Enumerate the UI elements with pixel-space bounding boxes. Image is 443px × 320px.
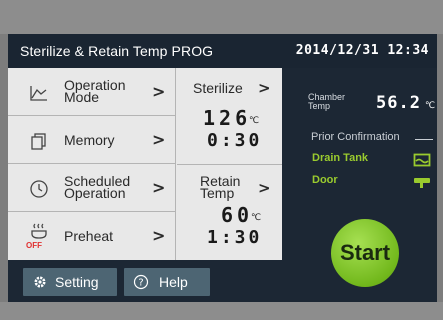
clock-icon: [28, 178, 50, 200]
program-column: Sterilize > 126 ℃ 0:30 Retain Temp > 60 …: [177, 68, 282, 260]
help-label: Help: [159, 274, 188, 290]
menu-column: Operation Mode > Memory > Scheduled Oper…: [8, 68, 176, 260]
chevron-right-icon: >: [152, 226, 166, 245]
retain-time: 1:30: [207, 227, 263, 248]
bezel-bottom: [0, 302, 443, 320]
menu-label: Memory: [64, 132, 115, 148]
svg-text:?: ?: [138, 278, 143, 289]
chevron-right-icon: >: [152, 178, 166, 197]
preheat-off-label: OFF: [26, 241, 42, 250]
bezel-top: [0, 0, 443, 34]
memory-cards-icon: [28, 130, 50, 152]
setting-label: Setting: [55, 274, 99, 290]
drain-tank-label: Drain Tank: [312, 152, 369, 164]
chamber-temp-label-line2: Temp: [308, 101, 331, 111]
chamber-temp-value: 56.2: [376, 93, 421, 113]
setting-button[interactable]: Setting: [23, 268, 117, 296]
menu-label-line2: Operation: [64, 185, 126, 201]
program-title: Sterilize & Retain Temp PROG: [20, 43, 214, 59]
header-bar: Sterilize & Retain Temp PROG 2014/12/31 …: [8, 34, 437, 68]
sterilize-time: 0:30: [207, 130, 263, 151]
start-button[interactable]: Start: [331, 219, 399, 287]
help-button[interactable]: ? Help: [124, 268, 210, 296]
retain-temp: 60: [221, 203, 254, 227]
menu-item-memory[interactable]: Memory >: [8, 116, 176, 164]
menu-item-operation-mode[interactable]: Operation Mode >: [8, 68, 176, 116]
sterilize-temp: 126: [203, 106, 252, 130]
door-label: Door: [312, 174, 338, 186]
retain-label-line2: Temp: [200, 185, 235, 201]
chevron-right-icon: >: [258, 179, 271, 197]
sterilize-block[interactable]: Sterilize > 126 ℃ 0:30: [177, 68, 282, 164]
drain-tank-icon: [413, 152, 431, 167]
sterilize-temp-unit: ℃: [249, 116, 260, 126]
retain-temp-block[interactable]: Retain Temp > 60 ℃ 1:30: [177, 164, 282, 260]
chart-line-icon: [28, 82, 50, 104]
chevron-right-icon: >: [152, 82, 166, 101]
menu-label-line2: Mode: [64, 89, 100, 105]
bezel-right: [437, 34, 443, 302]
gear-icon: [33, 275, 47, 289]
bezel-left: [0, 34, 8, 302]
retain-temp-unit: ℃: [251, 213, 262, 223]
chevron-right-icon: >: [152, 130, 166, 149]
menu-label: Preheat: [64, 228, 114, 244]
device-screen: Sterilize & Retain Temp PROG 2014/12/31 …: [8, 34, 437, 302]
sterilize-label: Sterilize: [193, 80, 243, 96]
prior-confirmation-divider: [415, 139, 433, 140]
chamber-temp-unit: ℃: [425, 101, 436, 111]
menu-item-scheduled-operation[interactable]: Scheduled Operation >: [8, 164, 176, 212]
control-panel: Operation Mode > Memory > Scheduled Oper…: [8, 68, 282, 260]
datetime-display: 2014/12/31 12:34: [295, 43, 429, 58]
door-key-icon: [413, 174, 431, 188]
menu-item-preheat[interactable]: OFF Preheat >: [8, 212, 176, 260]
prior-confirmation-label: Prior Confirmation: [311, 131, 400, 143]
chevron-right-icon: >: [258, 79, 271, 97]
start-button-label: Start: [339, 240, 391, 265]
help-icon: ?: [133, 274, 149, 290]
footer-bar: Setting ? Help: [8, 260, 282, 302]
heater-icon: [28, 220, 50, 242]
